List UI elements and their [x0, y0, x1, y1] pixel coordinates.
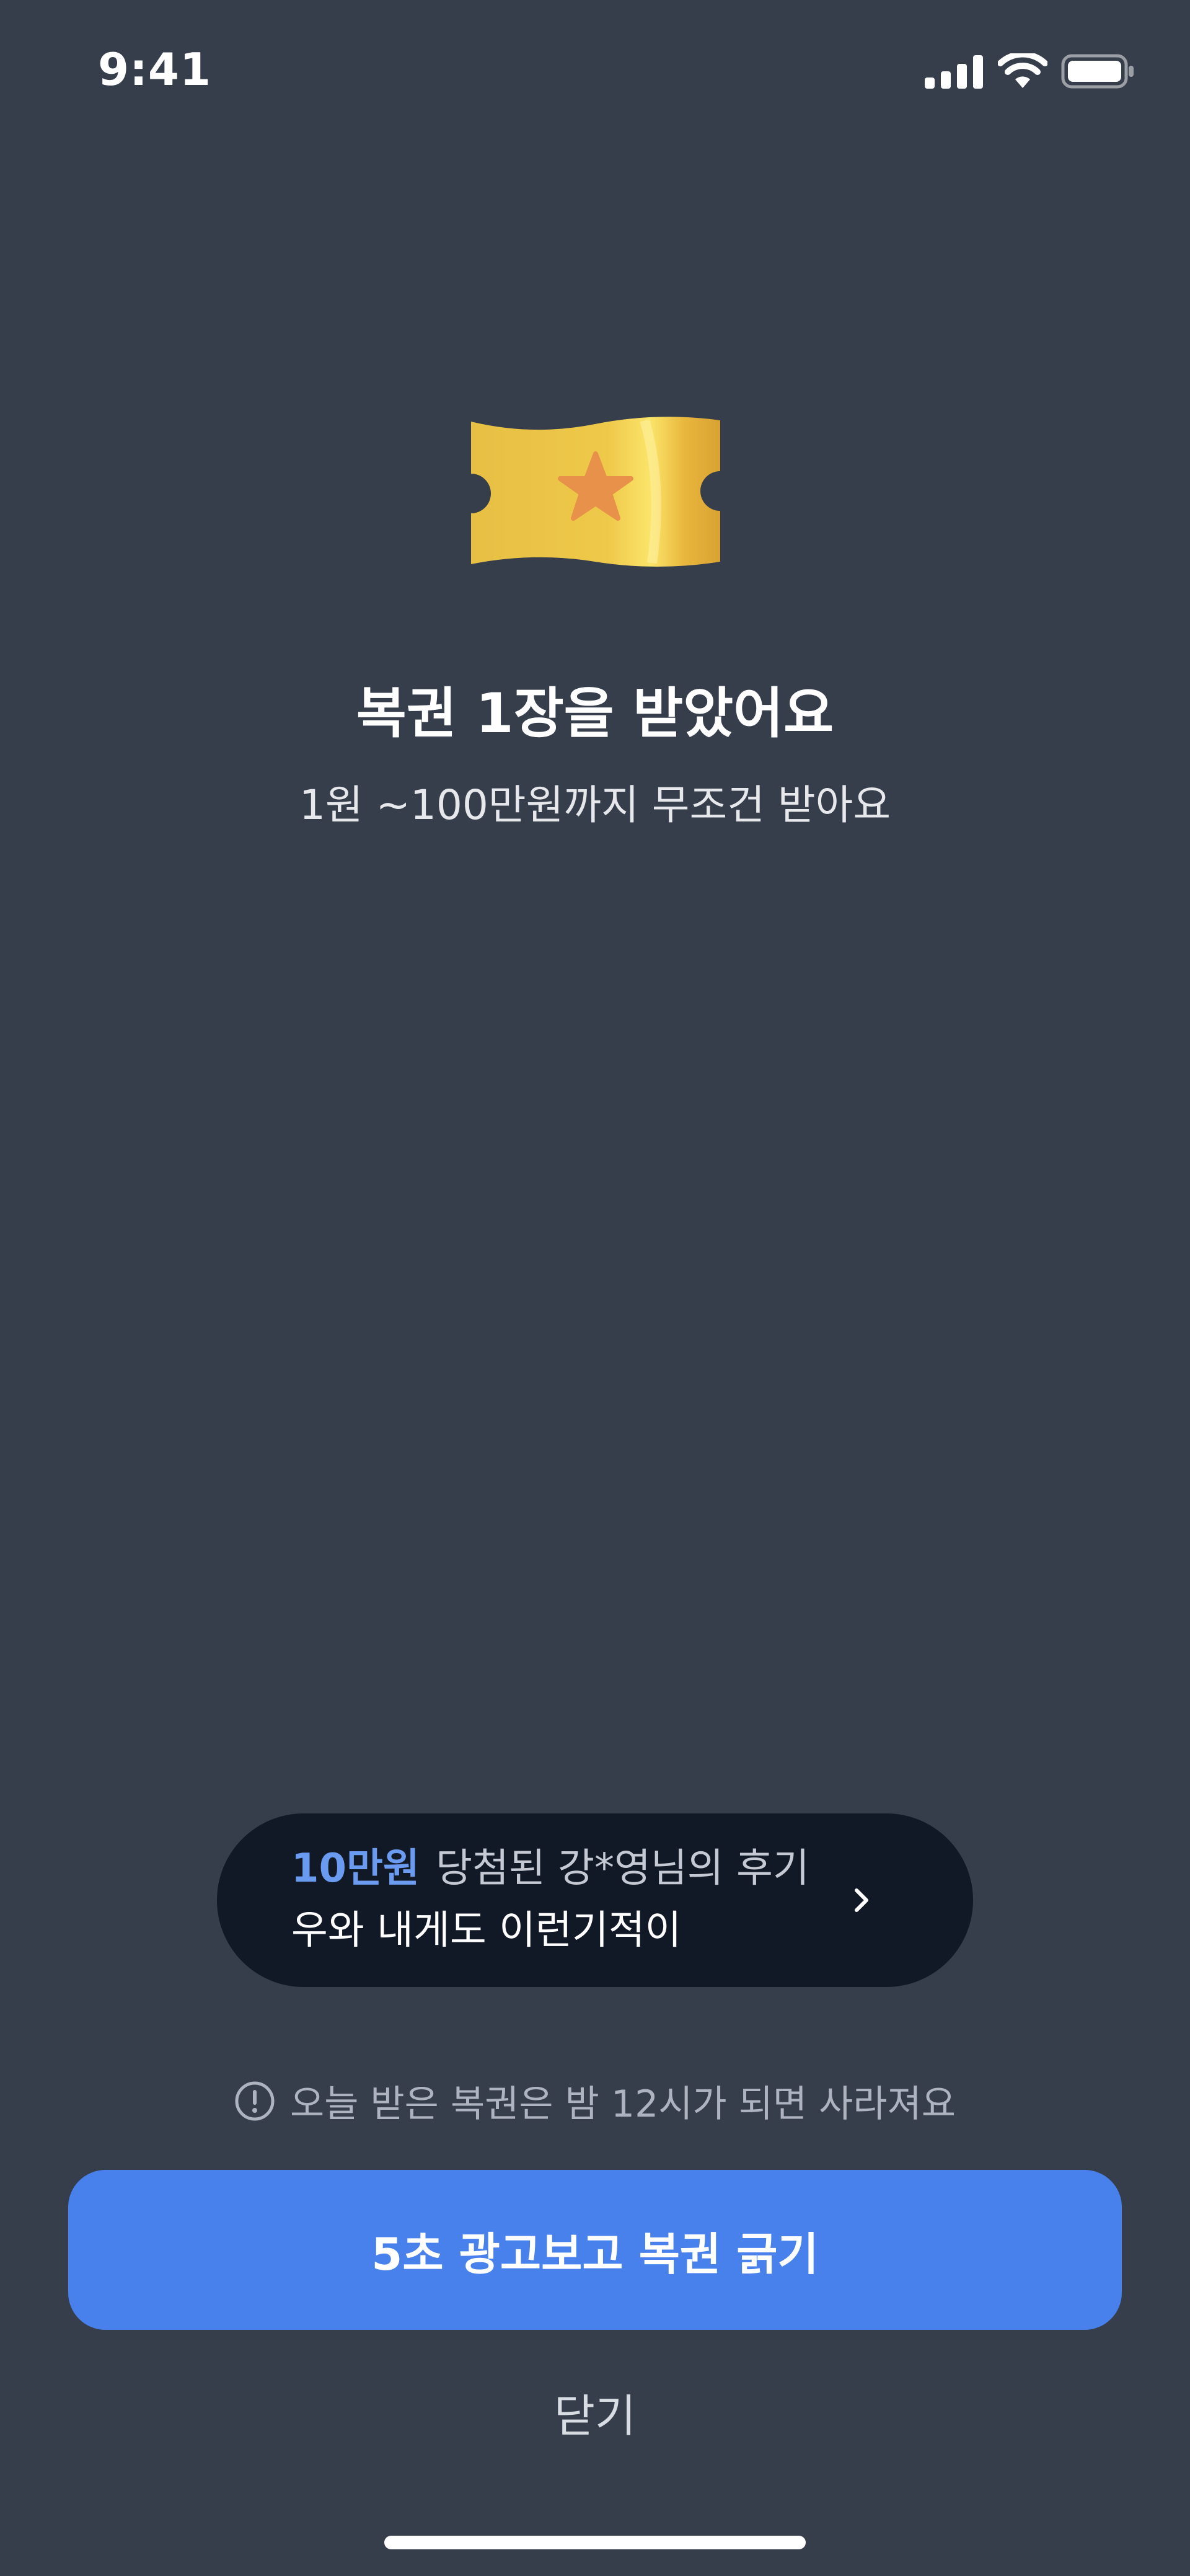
home-indicator — [384, 2536, 806, 2549]
status-icons — [925, 53, 1135, 89]
info-circle-icon — [235, 2081, 275, 2120]
hero-title: 복권 1장을 받았어요 — [356, 681, 834, 745]
review-quote: 우와 내게도 이런기적이 — [291, 1908, 682, 1954]
expiry-notice: 오늘 받은 복권은 밤 12시가 되면 사라져요 — [0, 2074, 1190, 2128]
review-headline-text: 당첨된 강*영님의 후기 — [436, 1846, 809, 1892]
status-time: 9:41 — [98, 43, 212, 95]
status-bar: 9:41 — [0, 0, 1190, 149]
notice-text: 오늘 받은 복권은 밤 12시가 되면 사라져요 — [290, 2082, 956, 2126]
prize-amount: 10만원 — [291, 1846, 420, 1892]
review-headline: 10만원 당첨된 강*영님의 후기 — [291, 1841, 899, 1896]
chevron-right-icon — [855, 1888, 868, 1912]
battery-icon — [1061, 54, 1134, 89]
wifi-icon — [998, 53, 1047, 88]
close-button[interactable]: 닫기 — [0, 2379, 1190, 2445]
signal-icon — [925, 55, 983, 89]
winner-review-card[interactable]: 10만원 당첨된 강*영님의 후기 우와 내게도 이런기적이 — [217, 1813, 973, 1987]
watch-ad-scratch-button[interactable]: 5초 광고보고 복권 긁기 — [68, 2170, 1122, 2330]
hero-subtitle: 1원 ~100만원까지 무조건 받아요 — [299, 781, 891, 829]
lottery-ticket-icon — [459, 409, 733, 577]
